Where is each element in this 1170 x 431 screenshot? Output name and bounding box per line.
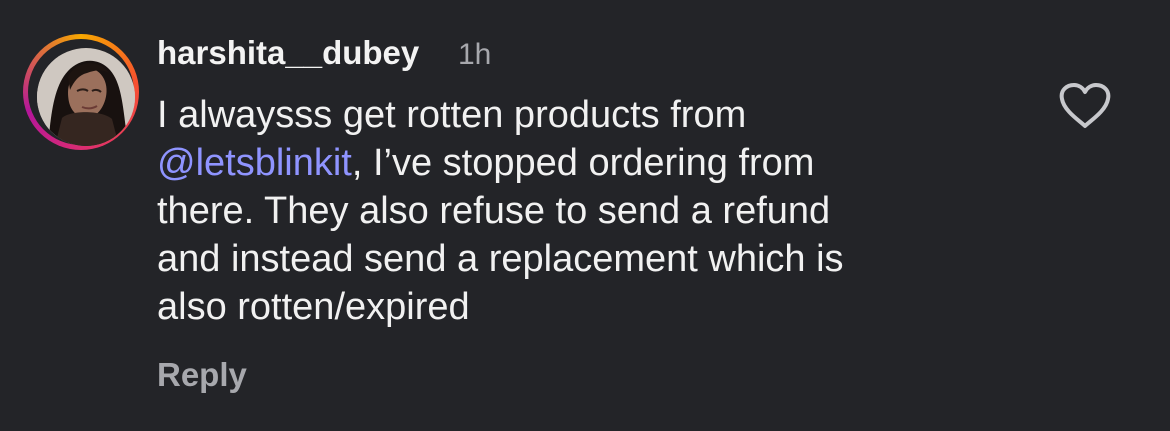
comment-body: I alwaysss get rotten products from @let… xyxy=(157,91,977,331)
user-avatar-story-ring[interactable] xyxy=(23,34,139,150)
comment-line-4: and instead send a replacement which is xyxy=(157,238,844,280)
comment-card: harshita__dubey 1h I alwaysss get rotten… xyxy=(0,0,1170,431)
avatar-ring-gap xyxy=(28,39,135,146)
mention-link[interactable]: @letsblinkit xyxy=(157,142,352,184)
avatar-portrait-icon xyxy=(37,48,135,146)
like-button[interactable] xyxy=(1058,82,1112,130)
comment-username[interactable]: harshita__dubey xyxy=(157,31,419,75)
reply-button[interactable]: Reply xyxy=(157,353,247,397)
comment-line-5: also rotten/expired xyxy=(157,286,470,328)
heart-outline-icon xyxy=(1059,83,1111,128)
comment-line-3: there. They also refuse to send a refund xyxy=(157,190,831,232)
comment-time: 1h xyxy=(458,38,492,71)
comment-text-after-mention: , I’ve stopped ordering from xyxy=(351,142,815,184)
profile-avatar xyxy=(37,48,135,146)
comment-line-1: I alwaysss get rotten products from xyxy=(157,91,977,139)
comment-line-2: @letsblinkit, I’ve stopped ordering from xyxy=(157,139,977,187)
comment-text-before-mention: I alwaysss get rotten products from xyxy=(157,94,747,136)
